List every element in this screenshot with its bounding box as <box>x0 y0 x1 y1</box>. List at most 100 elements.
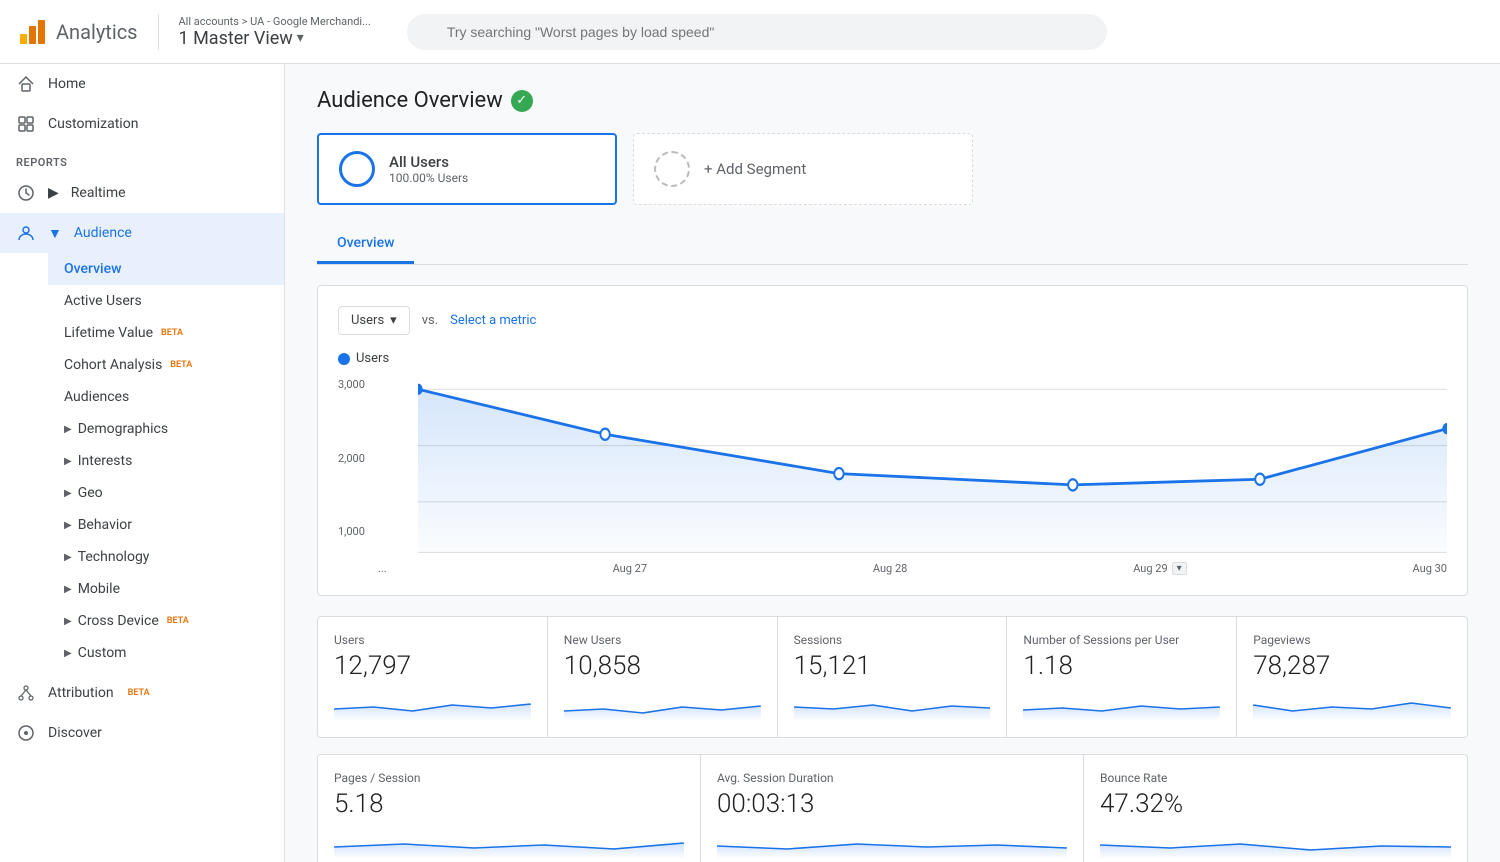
sidebar-item-discover[interactable]: Discover <box>0 713 284 753</box>
sidebar-item-behavior[interactable]: ▶ Behavior <box>48 509 284 541</box>
page-title: Audience Overview ✓ <box>317 88 1468 113</box>
main-content: Audience Overview ✓ All Users 100.00% Us… <box>285 64 1500 862</box>
metric-sessions-per-user-label: Number of Sessions per User <box>1023 633 1220 647</box>
metric-bounce-rate: Bounce Rate 47.32% <box>1084 755 1467 862</box>
geo-arrow: ▶ <box>64 488 72 499</box>
sidebar-item-interests[interactable]: ▶ Interests <box>48 445 284 477</box>
metric-sessions-per-user-sparkline <box>1023 689 1220 721</box>
metric-users-value: 12,797 <box>334 651 531 681</box>
cross-device-beta: BETA <box>167 616 189 626</box>
tab-overview[interactable]: Overview <box>317 225 414 264</box>
lifetime-value-beta: BETA <box>161 328 183 338</box>
sidebar-item-attribution[interactable]: Attribution BETA <box>0 673 284 713</box>
tab-bar: Overview <box>317 225 1468 265</box>
metric-avg-session-duration: Avg. Session Duration 00:03:13 <box>701 755 1084 862</box>
sidebar-item-cohort-analysis[interactable]: Cohort Analysis BETA <box>48 349 284 381</box>
geo-label: Geo <box>78 485 103 501</box>
metric-bounce-rate-value: 47.32% <box>1100 789 1451 819</box>
sidebar-item-geo[interactable]: ▶ Geo <box>48 477 284 509</box>
metric-pageviews-label: Pageviews <box>1253 633 1451 647</box>
metric-bounce-rate-sparkline <box>1100 827 1451 859</box>
demographics-arrow: ▶ <box>64 424 72 435</box>
x-label-start: ... <box>378 562 387 575</box>
attribution-icon <box>16 683 36 703</box>
audience-label: Audience <box>74 225 132 241</box>
metric-users: Users 12,797 <box>318 617 548 737</box>
metrics-row-1: Users 12,797 New Users 10,858 Sessions <box>317 616 1468 738</box>
sidebar-item-custom[interactable]: ▶ Custom <box>48 637 284 669</box>
metric-pageviews-sparkline <box>1253 689 1451 721</box>
x-label-aug29: Aug 29 ▾ <box>1133 562 1186 575</box>
segment-row: All Users 100.00% Users + Add Segment <box>317 133 1468 205</box>
metric-sessions-sparkline <box>794 689 991 721</box>
sidebar-item-home[interactable]: Home <box>0 64 284 104</box>
segment-circle-all-users <box>339 151 375 187</box>
logo-text: Analytics <box>56 20 138 44</box>
discover-label: Discover <box>48 725 102 741</box>
logo-icon <box>16 16 48 48</box>
x-label-aug27: Aug 27 <box>613 562 647 575</box>
metric-pages-per-session-value: 5.18 <box>334 789 684 819</box>
add-segment-label: + Add Segment <box>704 160 806 178</box>
metric-sessions: Sessions 15,121 <box>778 617 1008 737</box>
behavior-arrow: ▶ <box>64 520 72 531</box>
logo: Analytics <box>16 16 138 48</box>
sidebar-item-technology[interactable]: ▶ Technology <box>48 541 284 573</box>
metric-new-users-value: 10,858 <box>564 651 761 681</box>
metric-pages-per-session-sparkline <box>334 827 684 859</box>
custom-arrow: ▶ <box>64 648 72 659</box>
header-divider <box>158 14 159 50</box>
discover-icon <box>16 723 36 743</box>
header: Analytics All accounts > UA - Google Mer… <box>0 0 1500 64</box>
interests-arrow: ▶ <box>64 456 72 467</box>
metric-dropdown[interactable]: Users ▾ <box>338 306 410 335</box>
audiences-label: Audiences <box>64 389 129 405</box>
mobile-arrow: ▶ <box>64 584 72 595</box>
search-input[interactable] <box>407 14 1107 50</box>
cohort-analysis-label: Cohort Analysis <box>64 357 162 373</box>
metric-new-users-label: New Users <box>564 633 761 647</box>
master-view-chevron: ▾ <box>297 30 304 46</box>
realtime-label: Realtime <box>71 185 126 201</box>
technology-arrow: ▶ <box>64 552 72 563</box>
chart-svg <box>378 378 1447 558</box>
sidebar-item-realtime[interactable]: ▶ Realtime <box>0 173 284 213</box>
x-label-aug28: Aug 28 <box>873 562 907 575</box>
metric-pageviews: Pageviews 78,287 <box>1237 617 1467 737</box>
add-segment-circle <box>654 151 690 187</box>
sidebar-item-overview[interactable]: Overview <box>48 253 284 285</box>
customization-icon <box>16 114 36 134</box>
overview-label: Overview <box>64 261 121 277</box>
home-icon <box>16 74 36 94</box>
active-users-label: Active Users <box>64 293 142 309</box>
sidebar-item-audience[interactable]: ▼ Audience <box>0 213 284 253</box>
sidebar-item-demographics[interactable]: ▶ Demographics <box>48 413 284 445</box>
select-metric-link[interactable]: Select a metric <box>450 313 536 328</box>
metrics-row-2: Pages / Session 5.18 Avg. Session Durati… <box>317 754 1468 862</box>
sidebar-item-lifetime-value[interactable]: Lifetime Value BETA <box>48 317 284 349</box>
lifetime-value-label: Lifetime Value <box>64 325 153 341</box>
sidebar-item-audiences[interactable]: Audiences <box>48 381 284 413</box>
metric-new-users-sparkline <box>564 689 761 721</box>
segment-info-all-users: All Users 100.00% Users <box>389 153 468 185</box>
home-label: Home <box>48 76 86 92</box>
x-label-aug30: Aug 30 <box>1413 562 1447 575</box>
all-users-segment[interactable]: All Users 100.00% Users <box>317 133 617 205</box>
y-label-3000: 3,000 <box>338 378 365 391</box>
sidebar-item-active-users[interactable]: Active Users <box>48 285 284 317</box>
sidebar-item-mobile[interactable]: ▶ Mobile <box>48 573 284 605</box>
search-bar <box>407 14 1107 50</box>
add-segment-card[interactable]: + Add Segment <box>633 133 973 205</box>
scroll-indicator[interactable]: ▾ <box>1172 562 1187 575</box>
sidebar-item-cross-device[interactable]: ▶ Cross Device BETA <box>48 605 284 637</box>
metric-sessions-per-user-value: 1.18 <box>1023 651 1220 681</box>
sidebar-item-customization[interactable]: Customization <box>0 104 284 144</box>
master-view-dropdown[interactable]: 1 Master View ▾ <box>179 28 371 49</box>
technology-label: Technology <box>78 549 150 565</box>
realtime-arrow: ▶ <box>48 185 59 201</box>
metric-dropdown-arrow: ▾ <box>390 313 397 328</box>
account-breadcrumb: All accounts > UA - Google Merchandi... <box>179 15 371 28</box>
metric-bounce-rate-label: Bounce Rate <box>1100 771 1451 785</box>
metric-pages-per-session: Pages / Session 5.18 <box>318 755 701 862</box>
demographics-label: Demographics <box>78 421 168 437</box>
